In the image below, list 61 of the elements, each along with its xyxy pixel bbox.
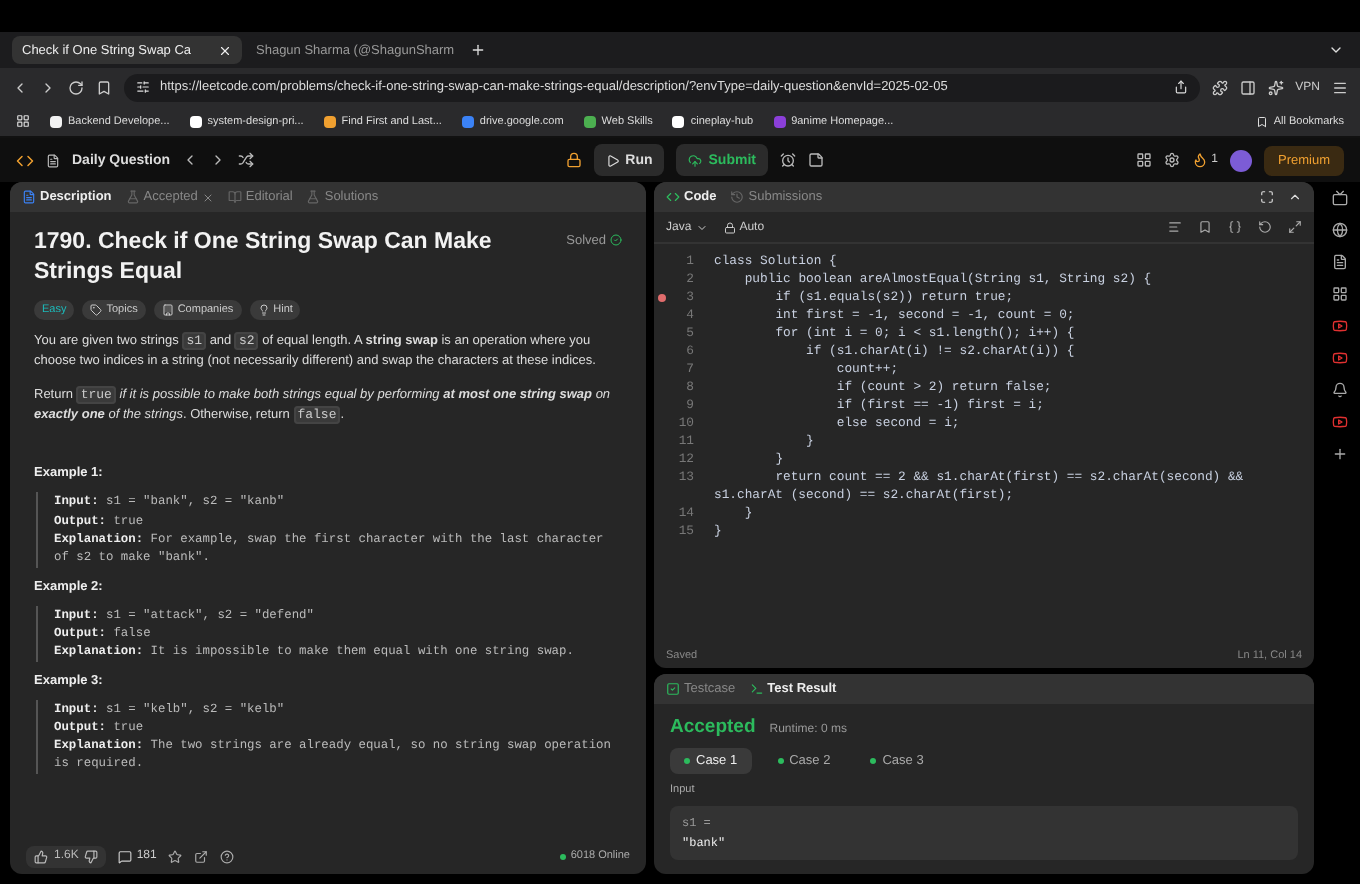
status-dot-icon bbox=[560, 853, 567, 859]
back-icon[interactable] bbox=[12, 79, 28, 95]
tab-icon[interactable] bbox=[22, 190, 36, 204]
checkbox-icon[interactable] bbox=[666, 682, 680, 696]
menu-icon[interactable] bbox=[1332, 79, 1348, 95]
status-dot-icon bbox=[684, 758, 690, 764]
help-icon[interactable] bbox=[220, 849, 235, 863]
thumbs-down-icon[interactable] bbox=[84, 849, 99, 863]
star-icon[interactable] bbox=[168, 849, 183, 863]
bell-icon[interactable] bbox=[1332, 382, 1348, 398]
list-icon[interactable] bbox=[46, 153, 60, 167]
companies-icon[interactable] bbox=[161, 303, 174, 316]
play-icon[interactable] bbox=[605, 153, 620, 167]
note-icon[interactable] bbox=[808, 152, 824, 168]
apps-icon[interactable] bbox=[16, 114, 30, 128]
video-icon[interactable] bbox=[1332, 318, 1348, 334]
check-circle-icon[interactable] bbox=[610, 234, 622, 246]
flame-icon[interactable] bbox=[1191, 152, 1208, 168]
reset-icon[interactable] bbox=[1258, 220, 1272, 234]
tv-icon[interactable] bbox=[1332, 190, 1348, 206]
forward-icon[interactable] bbox=[40, 79, 56, 95]
hint-icon[interactable] bbox=[257, 303, 270, 316]
puzzle-icon[interactable] bbox=[1211, 79, 1228, 95]
grid-icon[interactable] bbox=[1332, 286, 1348, 302]
code-icon[interactable] bbox=[666, 190, 680, 204]
sparkle-icon[interactable] bbox=[1267, 79, 1284, 95]
cloud-upload-icon[interactable] bbox=[688, 153, 703, 167]
reload-icon[interactable] bbox=[68, 79, 84, 95]
sidebar-icon[interactable] bbox=[1239, 79, 1256, 95]
logo-icon[interactable] bbox=[16, 151, 34, 169]
format-icon[interactable] bbox=[1168, 220, 1182, 234]
topics-icon[interactable] bbox=[90, 303, 103, 316]
settings-icon[interactable] bbox=[1163, 152, 1180, 168]
lock-icon[interactable] bbox=[723, 221, 736, 233]
verdict: Accepted bbox=[670, 716, 756, 738]
avatar[interactable] bbox=[1229, 149, 1252, 171]
share-icon[interactable] bbox=[194, 849, 209, 863]
site-settings-icon[interactable] bbox=[136, 80, 150, 94]
bookmark-icon[interactable] bbox=[96, 79, 112, 95]
terminal-icon[interactable] bbox=[749, 682, 764, 696]
layout-icon[interactable] bbox=[1135, 152, 1152, 168]
new-tab-icon[interactable] bbox=[470, 42, 486, 58]
timer-icon[interactable] bbox=[780, 152, 796, 168]
comment-icon[interactable] bbox=[118, 849, 133, 863]
problem-title: 1790. Check if One String Swap Can Make Strings Equal bbox=[34, 228, 494, 288]
video-icon[interactable] bbox=[1332, 414, 1348, 430]
thumbs-up-icon[interactable] bbox=[34, 849, 48, 863]
video-icon[interactable] bbox=[1332, 350, 1348, 366]
shuffle-icon[interactable] bbox=[238, 152, 255, 168]
chevron-down-icon[interactable] bbox=[1328, 42, 1344, 58]
share-icon[interactable] bbox=[1173, 80, 1188, 94]
braces-icon[interactable] bbox=[1228, 220, 1242, 234]
status-dot-icon bbox=[777, 758, 784, 764]
breakpoint-icon[interactable] bbox=[658, 294, 666, 302]
add-icon[interactable] bbox=[1332, 446, 1348, 462]
document-icon[interactable] bbox=[1332, 254, 1348, 270]
status-dot-icon bbox=[870, 758, 877, 764]
bookmark-icon[interactable] bbox=[1198, 220, 1212, 234]
expand-icon[interactable] bbox=[1288, 220, 1302, 234]
collapse-icon[interactable] bbox=[1288, 190, 1302, 204]
maximize-icon[interactable] bbox=[1260, 190, 1274, 204]
